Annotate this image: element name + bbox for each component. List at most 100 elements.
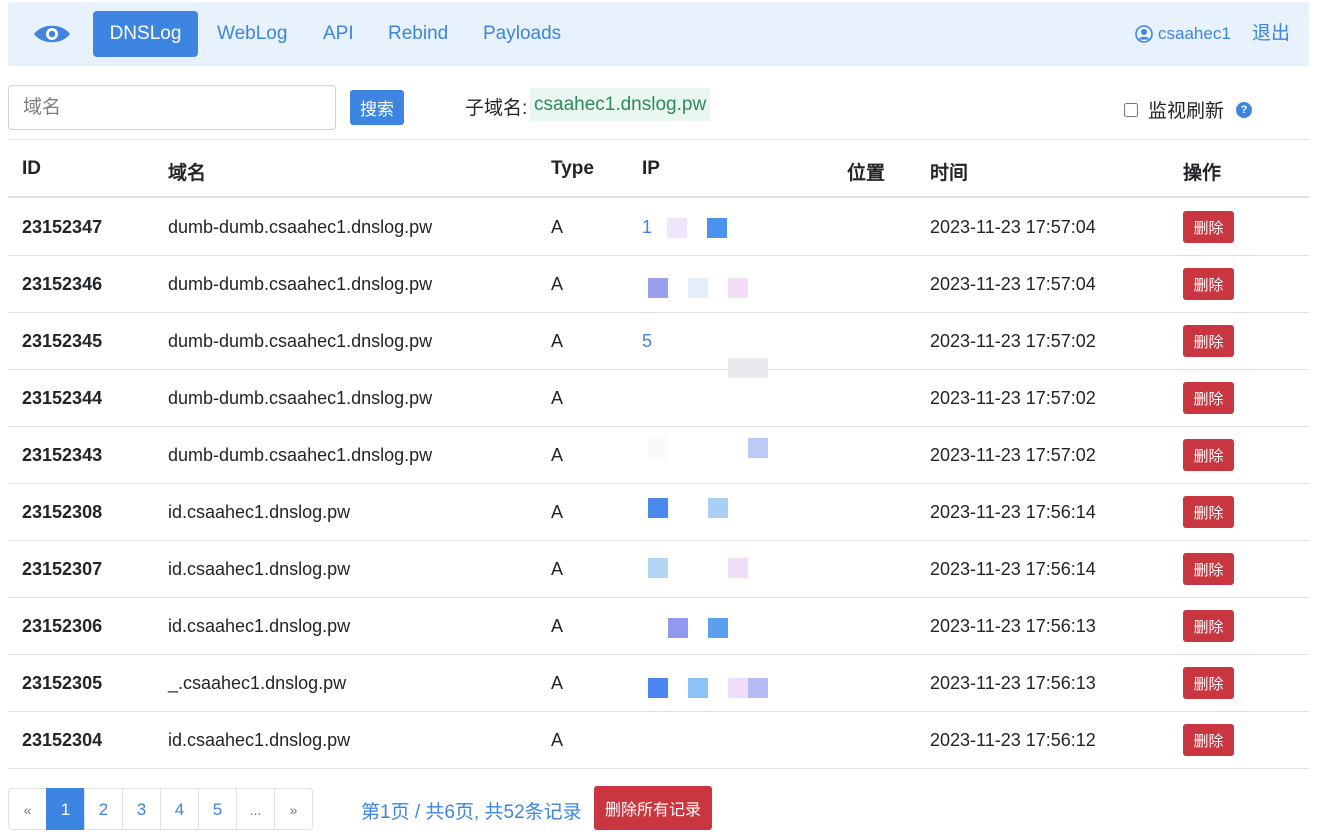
monitor-refresh-toggle[interactable]: 监视刷新 ? <box>1124 96 1253 123</box>
row-time: 2023-11-23 17:56:13 <box>930 616 1096 636</box>
redaction-block <box>648 278 668 298</box>
redaction-block <box>748 438 768 458</box>
redaction-block <box>708 498 728 518</box>
page-3-button[interactable]: 3 <box>122 788 161 830</box>
delete-button[interactable]: 删除 <box>1183 439 1234 471</box>
row-id: 23152305 <box>22 673 103 693</box>
redaction-block <box>708 618 728 638</box>
search-button[interactable]: 搜索 <box>350 90 404 125</box>
redaction-block <box>688 278 708 298</box>
delete-button[interactable]: 删除 <box>1183 496 1234 528</box>
row-type: A <box>551 217 564 237</box>
row-time: 2023-11-23 17:57:02 <box>930 388 1096 408</box>
redaction-block <box>728 358 768 378</box>
row-type: A <box>551 730 564 750</box>
user-circle-icon <box>1135 25 1153 43</box>
top-navbar: DNSLog WebLog API Rebind Payloads csaahe… <box>8 2 1309 66</box>
redaction-block <box>728 558 748 578</box>
row-id: 23152308 <box>22 502 103 522</box>
col-header-domain: 域名 <box>168 163 207 184</box>
delete-button[interactable]: 删除 <box>1183 553 1234 585</box>
table-row: 23152345 dumb-dumb.csaahec1.dnslog.pw A … <box>8 313 1309 370</box>
table-row: 23152344 dumb-dumb.csaahec1.dnslog.pw A … <box>8 370 1309 427</box>
page-next-button[interactable]: » <box>274 788 313 830</box>
nav-tab-weblog[interactable]: WebLog <box>217 11 287 57</box>
redaction-block <box>648 498 668 518</box>
redaction-block <box>728 678 748 698</box>
delete-button[interactable]: 删除 <box>1183 325 1234 357</box>
row-domain: _.csaahec1.dnslog.pw <box>168 673 347 693</box>
redaction-block <box>707 218 727 238</box>
table-row: 23152306 id.csaahec1.dnslog.pw A 2023-11… <box>8 598 1309 655</box>
domain-search-input[interactable] <box>8 85 336 130</box>
page-info: 第1页 / 共6页, 共52条记录 <box>361 802 582 823</box>
username: csaahec1 <box>1158 24 1231 43</box>
monitor-refresh-checkbox[interactable] <box>1124 102 1138 117</box>
row-type: A <box>551 673 564 693</box>
col-header-ip: IP <box>642 158 660 179</box>
row-ip[interactable]: 1 <box>642 217 652 238</box>
row-type: A <box>551 502 564 522</box>
nav-tab-rebind[interactable]: Rebind <box>388 11 448 57</box>
delete-button[interactable]: 删除 <box>1183 667 1234 699</box>
user-menu[interactable]: csaahec1 <box>1135 11 1231 57</box>
subdomain-value: csaahec1.dnslog.pw <box>530 88 711 121</box>
row-domain: dumb-dumb.csaahec1.dnslog.pw <box>168 274 433 294</box>
row-type: A <box>551 616 564 636</box>
row-time: 2023-11-23 17:56:13 <box>930 673 1096 693</box>
row-domain: id.csaahec1.dnslog.pw <box>168 730 351 750</box>
redaction-block <box>728 278 748 298</box>
col-header-time: 时间 <box>930 163 969 184</box>
page-1-button[interactable]: 1 <box>46 788 85 830</box>
col-header-type: Type <box>551 158 594 179</box>
row-domain: dumb-dumb.csaahec1.dnslog.pw <box>168 331 433 351</box>
row-id: 23152343 <box>22 445 103 465</box>
row-domain: id.csaahec1.dnslog.pw <box>168 616 351 636</box>
row-time: 2023-11-23 17:57:04 <box>930 274 1096 294</box>
delete-button[interactable]: 删除 <box>1183 382 1234 414</box>
row-type: A <box>551 445 564 465</box>
row-id: 23152304 <box>22 730 103 750</box>
row-id: 23152344 <box>22 388 103 408</box>
eye-icon[interactable] <box>32 20 72 48</box>
page-4-button[interactable]: 4 <box>160 788 199 830</box>
row-time: 2023-11-23 17:56:12 <box>930 730 1096 750</box>
nav-tab-payloads[interactable]: Payloads <box>483 11 561 57</box>
page-prev-button[interactable]: « <box>8 788 47 830</box>
delete-button[interactable]: 删除 <box>1183 724 1234 756</box>
row-domain: id.csaahec1.dnslog.pw <box>168 502 351 522</box>
monitor-refresh-label: 监视刷新 <box>1148 101 1225 122</box>
nav-tab-api[interactable]: API <box>323 11 354 57</box>
col-header-location: 位置 <box>847 163 886 184</box>
table-row: 23152304 id.csaahec1.dnslog.pw A 2023-11… <box>8 712 1309 769</box>
table-header: ID 域名 Type IP 位置 时间 操作 <box>8 140 1309 198</box>
page-2-button[interactable]: 2 <box>84 788 123 830</box>
row-domain: dumb-dumb.csaahec1.dnslog.pw <box>168 445 433 465</box>
row-domain: id.csaahec1.dnslog.pw <box>168 559 351 579</box>
redaction-block <box>748 678 768 698</box>
row-id: 23152346 <box>22 274 103 294</box>
row-domain: dumb-dumb.csaahec1.dnslog.pw <box>168 388 433 408</box>
row-time: 2023-11-23 17:56:14 <box>930 559 1096 579</box>
table-row: 23152347 dumb-dumb.csaahec1.dnslog.pw A … <box>8 199 1309 256</box>
delete-button[interactable]: 删除 <box>1183 610 1234 642</box>
col-header-action: 操作 <box>1183 163 1222 184</box>
row-type: A <box>551 388 564 408</box>
delete-all-button[interactable]: 删除所有记录 <box>594 786 712 830</box>
redaction-block <box>688 678 708 698</box>
page-5-button[interactable]: 5 <box>198 788 237 830</box>
nav-tab-dnslog[interactable]: DNSLog <box>93 11 198 57</box>
row-ip[interactable]: 5 <box>642 331 652 352</box>
redaction-block <box>648 678 668 698</box>
page-ellipsis[interactable]: ... <box>236 788 275 830</box>
help-icon[interactable]: ? <box>1236 101 1253 118</box>
delete-button[interactable]: 删除 <box>1183 268 1234 300</box>
row-type: A <box>551 274 564 294</box>
row-type: A <box>551 331 564 351</box>
redaction-block <box>668 618 688 638</box>
row-domain: dumb-dumb.csaahec1.dnslog.pw <box>168 217 433 237</box>
row-time: 2023-11-23 17:56:14 <box>930 502 1096 522</box>
delete-button[interactable]: 删除 <box>1183 211 1234 243</box>
row-time: 2023-11-23 17:57:02 <box>930 331 1096 351</box>
logout-link[interactable]: 退出 <box>1252 11 1290 57</box>
